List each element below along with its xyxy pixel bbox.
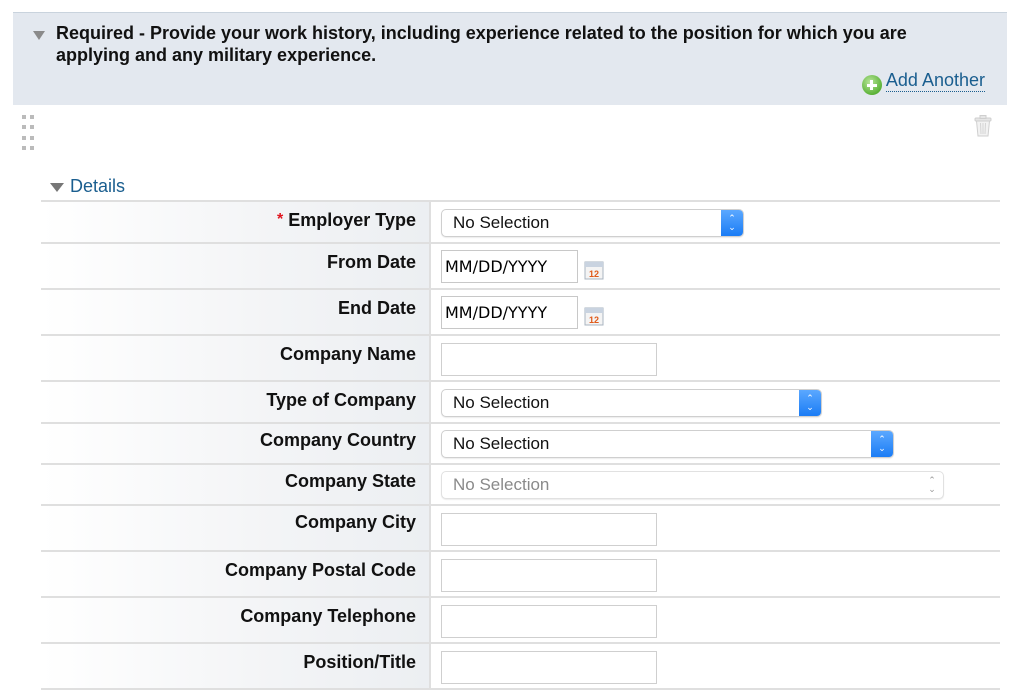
- drag-handle-icon[interactable]: [22, 115, 36, 151]
- company-postal-code-input[interactable]: [441, 559, 657, 592]
- company-country-select[interactable]: No Selection ⌃ ⌄: [441, 430, 894, 458]
- employer-type-label: Employer Type: [288, 210, 416, 230]
- section-header: Required - Provide your work history, in…: [13, 12, 1007, 105]
- company-name-input[interactable]: [441, 343, 657, 376]
- type-of-company-label: Type of Company: [266, 390, 416, 410]
- form-row-end-date: End Date MM/DD/YYYY 12: [41, 288, 1000, 335]
- form-row-type-of-company: Type of Company No Selection ⌃ ⌄: [41, 380, 1000, 423]
- employer-type-select[interactable]: No Selection ⌃ ⌄: [441, 209, 744, 237]
- company-postal-code-label: Company Postal Code: [224, 560, 416, 580]
- form-row-company-telephone: Company Telephone: [41, 596, 1000, 643]
- plus-circle-icon: [861, 75, 882, 95]
- company-city-label: Company City: [294, 512, 416, 532]
- company-telephone-input[interactable]: [441, 605, 657, 638]
- end-date-label: End Date: [337, 298, 416, 318]
- company-state-label: Company State: [284, 471, 416, 491]
- from-date-label: From Date: [326, 252, 416, 272]
- from-date-input[interactable]: MM/DD/YYYY: [441, 250, 578, 283]
- position-title-input[interactable]: [441, 651, 657, 684]
- select-arrows-icon: ⌃ ⌄: [871, 431, 893, 457]
- company-telephone-label: Company Telephone: [240, 606, 416, 626]
- trash-icon[interactable]: [973, 114, 993, 138]
- work-history-form: * Employer Type No Selection ⌃ ⌄ From Date…: [41, 200, 1000, 690]
- section-title: Required - Provide your work history, in…: [56, 23, 907, 65]
- form-row-from-date: From Date MM/DD/YYYY 12: [41, 242, 1000, 289]
- company-city-input[interactable]: [441, 513, 657, 546]
- calendar-icon[interactable]: 12: [584, 306, 604, 326]
- end-date-input[interactable]: MM/DD/YYYY: [441, 296, 578, 329]
- select-arrows-icon: ⌃ ⌄: [799, 390, 821, 416]
- form-row-company-state: Company State No Selection ⌃ ⌄: [41, 463, 1000, 505]
- add-another-button[interactable]: Add Another: [861, 67, 985, 95]
- type-of-company-select[interactable]: No Selection ⌃ ⌄: [441, 389, 822, 417]
- select-arrows-icon: ⌃ ⌄: [928, 475, 936, 494]
- details-label[interactable]: Details: [70, 176, 125, 197]
- form-row-company-postal-code: Company Postal Code: [41, 550, 1000, 597]
- calendar-icon[interactable]: 12: [584, 260, 604, 280]
- form-row-company-city: Company City: [41, 504, 1000, 551]
- select-arrows-icon: ⌃ ⌄: [721, 210, 743, 236]
- form-row-company-country: Company Country No Selection ⌃ ⌄: [41, 422, 1000, 464]
- svg-text:12: 12: [589, 269, 599, 279]
- form-row-position-title: Position/Title: [41, 642, 1000, 690]
- form-row-company-name: Company Name: [41, 334, 1000, 381]
- required-marker: *: [277, 211, 284, 228]
- svg-text:12: 12: [589, 315, 599, 325]
- company-state-select[interactable]: No Selection ⌃ ⌄: [441, 471, 944, 499]
- position-title-label: Position/Title: [303, 652, 416, 672]
- expand-triangle-icon: [50, 183, 64, 192]
- add-another-label[interactable]: Add Another: [885, 70, 985, 92]
- company-name-label: Company Name: [279, 344, 416, 364]
- details-toggle[interactable]: Details: [50, 176, 125, 197]
- form-row-employer-type: * Employer Type No Selection ⌃ ⌄: [41, 200, 1000, 243]
- company-country-label: Company Country: [259, 430, 416, 450]
- collapse-triangle-icon[interactable]: [33, 31, 45, 40]
